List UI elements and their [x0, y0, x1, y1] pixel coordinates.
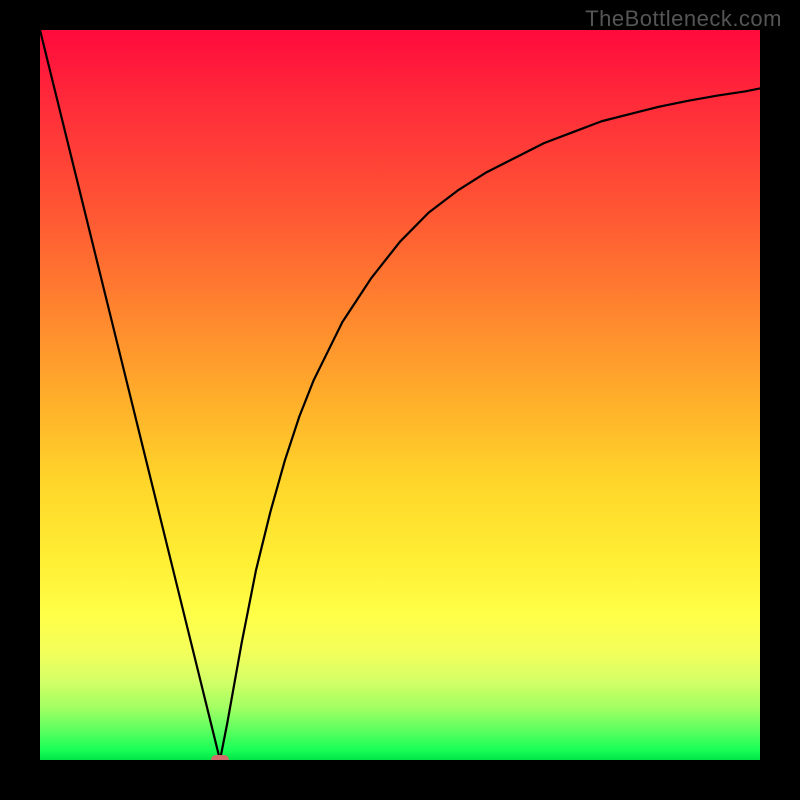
- minimum-marker: [211, 755, 229, 760]
- bottleneck-curve: [40, 30, 760, 760]
- chart-curve-svg: [40, 30, 760, 760]
- chart-frame: TheBottleneck.com: [0, 0, 800, 800]
- plot-area: [40, 30, 760, 760]
- watermark-text: TheBottleneck.com: [585, 6, 782, 32]
